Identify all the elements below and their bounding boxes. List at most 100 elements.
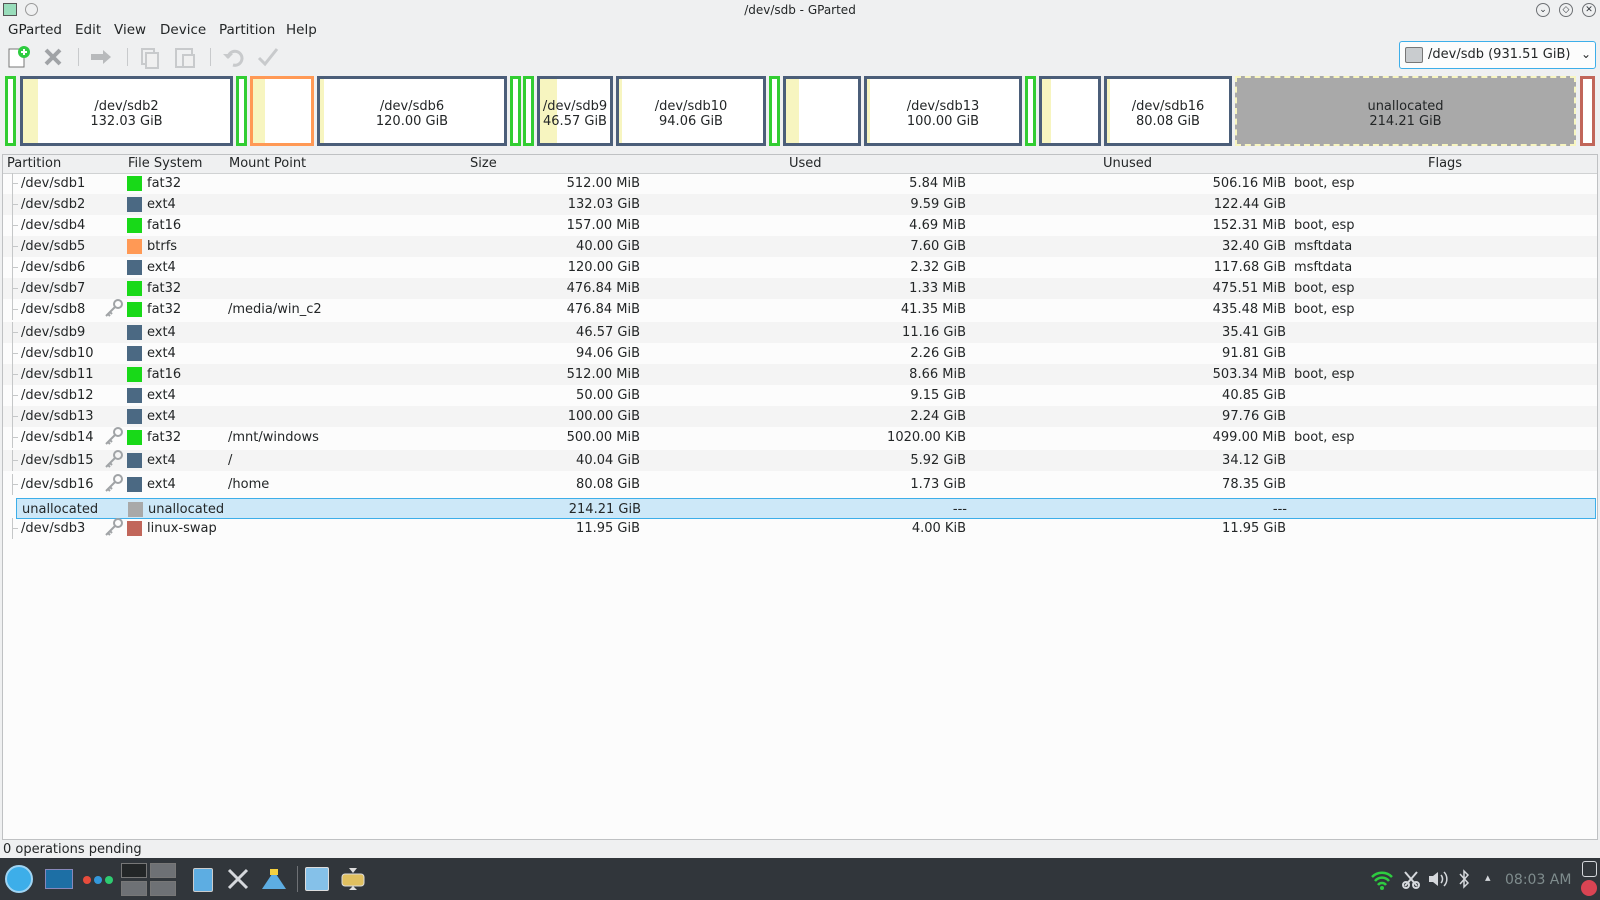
menu-help[interactable]: Help — [286, 22, 317, 38]
volume-icon[interactable] — [1426, 869, 1448, 889]
tree-line — [12, 267, 18, 268]
disk-segment[interactable] — [5, 76, 16, 146]
activities-icon[interactable] — [82, 874, 114, 884]
partition-table[interactable]: Partition File System Mount Point Size U… — [2, 154, 1598, 840]
column-mount-point[interactable]: Mount Point — [229, 156, 306, 171]
status-text: 0 operations pending — [3, 842, 142, 857]
disk-segment[interactable] — [236, 76, 247, 146]
table-row[interactable]: /dev/sdb16 ext4/home 80.08 GiB 1.73 GiB 78.3… — [3, 474, 1597, 495]
column-partition[interactable]: Partition — [7, 156, 61, 171]
unused-value: 152.31 MiB — [1212, 218, 1286, 233]
software-center-icon[interactable] — [260, 867, 288, 891]
pager-desktop-4[interactable] — [150, 881, 176, 896]
screen-lock-icon[interactable] — [1582, 861, 1597, 877]
tree-line — [12, 332, 18, 333]
table-row[interactable]: /dev/sdb1 fat32 512.00 MiB 5.84 MiB 506.16 M… — [3, 173, 1597, 194]
device-selector-value: /dev/sdb (931.51 GiB) — [1428, 47, 1571, 62]
disk-segment-sdb16[interactable]: /dev/sdb16 80.08 GiB — [1104, 76, 1232, 146]
table-row[interactable]: /dev/sdb8 fat32/media/win_c2 476.84 MiB 41.… — [3, 299, 1597, 320]
partition-name: /dev/sdb11 — [21, 367, 94, 382]
size-value: 500.00 MiB — [566, 430, 640, 445]
clock[interactable]: 08:03 AM — [1505, 872, 1571, 888]
app-launcher-icon[interactable] — [5, 865, 33, 893]
maximize-icon[interactable]: ◇ — [1559, 3, 1573, 17]
disk-segment[interactable] — [523, 76, 534, 146]
menu-edit[interactable]: Edit — [75, 22, 101, 38]
desktop-icon[interactable] — [45, 869, 73, 889]
menu-view[interactable]: View — [114, 22, 146, 38]
undo-icon[interactable] — [220, 44, 246, 70]
column-size[interactable]: Size — [470, 156, 497, 171]
bluetooth-icon[interactable] — [1457, 869, 1471, 889]
pager-desktop-2[interactable] — [150, 863, 176, 878]
usage-fill — [1042, 79, 1051, 143]
wifi-icon[interactable] — [1370, 869, 1394, 891]
table-row[interactable]: /dev/sdb10 ext4 94.06 GiB 2.26 GiB 91.81 GiB — [3, 343, 1597, 364]
table-row[interactable]: /dev/sdb2 ext4 132.03 GiB 9.59 GiB 122.44 Gi… — [3, 194, 1597, 215]
table-row[interactable]: /dev/sdb4 fat16 157.00 MiB 4.69 MiB 152.31 M… — [3, 215, 1597, 236]
disk-segment[interactable] — [510, 76, 521, 146]
size-value: 80.08 GiB — [576, 477, 640, 492]
disk-segment[interactable] — [1039, 76, 1101, 146]
key-icon — [102, 299, 124, 323]
file-manager-icon[interactable] — [193, 868, 213, 892]
table-row[interactable]: /dev/sdb11 fat16 512.00 MiB 8.66 MiB 503.34 … — [3, 364, 1597, 385]
disk-segment-unallocated[interactable]: unallocated 214.21 GiB — [1235, 76, 1576, 146]
key-icon — [102, 518, 124, 542]
table-row[interactable]: /dev/sdb9 ext4 46.57 GiB 11.16 GiB 35.41 GiB — [3, 322, 1597, 343]
table-row[interactable]: /dev/sdb7 fat32 476.84 MiB 1.33 MiB 475.51 M… — [3, 278, 1597, 299]
clipboard-icon[interactable] — [1401, 869, 1421, 889]
table-row[interactable]: /dev/sdb14 fat32/mnt/windows 500.00 MiB 102… — [3, 427, 1597, 448]
used-value: 5.92 GiB — [910, 453, 966, 468]
pager-desktop-1[interactable] — [121, 863, 147, 878]
disk-segment-sdb3[interactable] — [1580, 76, 1595, 146]
disk-segment[interactable] — [250, 76, 314, 146]
tray-expand-icon[interactable]: ▴ — [1485, 871, 1491, 884]
column-unused[interactable]: Unused — [1103, 156, 1152, 171]
table-row[interactable]: /dev/sdb12 ext4 50.00 GiB 9.15 GiB 40.85 GiB — [3, 385, 1597, 406]
delete-icon[interactable] — [40, 44, 66, 70]
disk-segment-sdb6[interactable]: /dev/sdb6 120.00 GiB — [317, 76, 507, 146]
menu-gparted[interactable]: GParted — [8, 22, 62, 38]
filesystem-name: fat32 — [147, 430, 182, 445]
device-selector[interactable]: /dev/sdb (931.51 GiB) ⌄ — [1399, 41, 1596, 69]
menu-partition[interactable]: Partition — [219, 22, 275, 38]
tree-line — [12, 528, 18, 529]
disk-segment[interactable] — [769, 76, 780, 146]
used-value: 1.73 GiB — [910, 477, 966, 492]
disk-segment[interactable] — [783, 76, 861, 146]
tree-line — [12, 288, 18, 289]
table-row[interactable]: /dev/sdb6 ext4 120.00 GiB 2.32 GiB 117.68 Gi… — [3, 257, 1597, 278]
unused-value: 78.35 GiB — [1222, 477, 1286, 492]
system-settings-icon[interactable] — [305, 867, 329, 891]
apply-icon[interactable] — [255, 44, 281, 70]
mount-point: /mnt/windows — [228, 430, 319, 445]
gparted-task-icon[interactable] — [339, 866, 367, 892]
disk-segment-sdb2[interactable]: /dev/sdb2 132.03 GiB — [20, 76, 233, 146]
copy-icon[interactable] — [137, 44, 163, 70]
table-row-selected[interactable]: unallocated unallocated 214.21 GiB --- --- — [16, 498, 1596, 519]
disk-segment-sdb10[interactable]: /dev/sdb10 94.06 GiB — [616, 76, 766, 146]
table-row[interactable]: /dev/sdb5 btrfs 40.00 GiB 7.60 GiB 32.40 GiB… — [3, 236, 1597, 257]
settings-tools-icon[interactable] — [225, 866, 251, 892]
resize-move-icon[interactable] — [88, 44, 114, 70]
pager-desktop-3[interactable] — [121, 881, 147, 896]
paste-icon[interactable] — [172, 44, 198, 70]
disk-segment-sdb9[interactable]: /dev/sdb9 46.57 GiB — [537, 76, 613, 146]
column-used[interactable]: Used — [789, 156, 822, 171]
hard-disk-icon — [1405, 47, 1423, 63]
menu-device[interactable]: Device — [160, 22, 206, 38]
minimize-icon[interactable]: ⌄ — [1536, 3, 1550, 17]
new-partition-icon[interactable] — [5, 44, 31, 70]
disk-segment-sdb13[interactable]: /dev/sdb13 100.00 GiB — [864, 76, 1022, 146]
filesystem-name: ext4 — [147, 197, 176, 212]
table-row[interactable]: /dev/sdb15 ext4 / 40.04 GiB 5.92 GiB 34.12 Gi… — [3, 450, 1597, 471]
column-file-system[interactable]: File System — [128, 156, 202, 171]
table-row[interactable]: /dev/sdb3 linux-swap 11.95 GiB 4.00 KiB 11.9… — [3, 518, 1597, 539]
column-flags[interactable]: Flags — [1428, 156, 1462, 171]
table-row[interactable]: /dev/sdb13 ext4 100.00 GiB 2.24 GiB 97.76 Gi… — [3, 406, 1597, 427]
close-icon[interactable]: ✕ — [1582, 3, 1596, 17]
disk-segment[interactable] — [1025, 76, 1036, 146]
used-value: 2.24 GiB — [910, 409, 966, 424]
power-icon[interactable] — [1581, 880, 1597, 896]
